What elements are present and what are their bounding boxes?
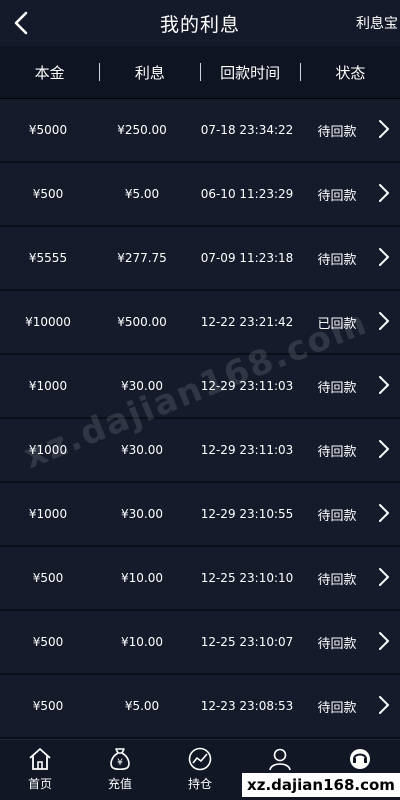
principal-value: ¥500	[32, 571, 64, 585]
repay-time-value: 12-22 23:21:42	[200, 315, 294, 329]
interest-value: ¥30.00	[121, 443, 163, 457]
interest-value: ¥5.00	[124, 699, 160, 713]
list-item[interactable]: ¥5555 ¥277.75 07-09 11:23:18 待回款	[0, 227, 400, 289]
status-value: 待回款	[317, 572, 357, 588]
principal-value: ¥500	[32, 635, 64, 649]
chevron-right-icon	[379, 632, 389, 650]
chevron-right-icon	[379, 696, 389, 714]
tab-label: 充值	[107, 777, 132, 791]
list-item[interactable]: ¥1000 ¥30.00 12-29 23:11:03 待回款	[0, 419, 400, 481]
tab-home[interactable]: 首页	[0, 740, 80, 800]
status-value: 待回款	[317, 188, 357, 204]
tab-label: 首页	[27, 777, 52, 791]
repay-time-value: 12-29 23:10:55	[200, 507, 294, 521]
status-value: 待回款	[317, 124, 357, 140]
list-item[interactable]: ¥500 ¥5.00 06-10 11:23:29 待回款	[0, 163, 400, 225]
repay-time-value: 12-29 23:11:03	[200, 443, 294, 457]
interest-list: ¥5000 ¥250.00 07-18 23:34:22 待回款 ¥500 ¥5.00 06…	[0, 99, 400, 739]
tab-label: 持仓	[187, 777, 212, 791]
status-value: 待回款	[317, 508, 357, 524]
principal-value: ¥1000	[28, 379, 68, 393]
interest-value: ¥10.00	[121, 571, 163, 585]
interest-value: ¥30.00	[121, 379, 163, 393]
principal-value: ¥500	[32, 187, 64, 201]
principal-value: ¥500	[32, 699, 64, 713]
tab-holdings[interactable]: 持仓	[160, 740, 240, 800]
user-icon	[269, 748, 291, 771]
status-value: 已回款	[317, 316, 357, 332]
column-interest: 利息	[134, 63, 165, 82]
svg-text:¥: ¥	[117, 758, 123, 768]
repay-time-value: 12-23 23:08:53	[200, 699, 294, 713]
interest-treasure-link[interactable]: 利息宝	[356, 13, 398, 33]
list-item[interactable]: ¥500 ¥5.00 12-23 23:08:53 待回款	[0, 675, 400, 737]
principal-value: ¥1000	[28, 507, 68, 521]
chart-icon	[188, 747, 212, 771]
principal-value: ¥5555	[28, 251, 68, 265]
chevron-right-icon	[379, 184, 389, 202]
status-value: 待回款	[317, 700, 357, 716]
header-bar: 我的利息 利息宝	[0, 0, 400, 46]
interest-value: ¥500.00	[117, 315, 167, 329]
list-item[interactable]: ¥1000 ¥30.00 12-29 23:10:55 待回款	[0, 483, 400, 545]
chevron-right-icon	[379, 376, 389, 394]
back-arrow-icon[interactable]	[10, 9, 34, 37]
principal-value: ¥10000	[25, 315, 71, 329]
interest-value: ¥10.00	[121, 635, 163, 649]
column-repay-time: 回款时间	[220, 63, 281, 82]
repay-time-value: 07-18 23:34:22	[200, 123, 294, 137]
repay-time-value: 06-10 11:23:29	[200, 187, 294, 201]
chevron-right-icon	[379, 504, 389, 522]
principal-value: ¥1000	[28, 443, 68, 457]
status-value: 待回款	[317, 444, 357, 460]
chevron-right-icon	[379, 312, 389, 330]
chevron-right-icon	[379, 248, 389, 266]
status-value: 待回款	[317, 380, 357, 396]
list-item[interactable]: ¥1000 ¥30.00 12-29 23:11:03 待回款	[0, 355, 400, 417]
repay-time-value: 12-25 23:10:07	[200, 635, 294, 649]
interest-value: ¥277.75	[117, 251, 167, 265]
interest-value: ¥250.00	[117, 123, 167, 137]
corner-watermark-badge: xz.dajian168.com	[242, 773, 400, 797]
list-item[interactable]: ¥10000 ¥500.00 12-22 23:21:42 已回款	[0, 291, 400, 353]
status-value: 待回款	[317, 252, 357, 268]
interest-value: ¥5.00	[124, 187, 160, 201]
interest-value: ¥30.00	[121, 507, 163, 521]
page-title: 我的利息	[159, 13, 240, 36]
support-icon	[350, 749, 370, 769]
principal-value: ¥5000	[28, 123, 68, 137]
column-principal: 本金	[34, 63, 65, 82]
home-icon	[29, 748, 51, 770]
status-value: 待回款	[317, 636, 357, 652]
repay-time-value: 12-29 23:11:03	[200, 379, 294, 393]
column-status: 状态	[335, 63, 366, 82]
chevron-right-icon	[379, 120, 389, 138]
chevron-right-icon	[379, 568, 389, 586]
list-item[interactable]: ¥5000 ¥250.00 07-18 23:34:22 待回款	[0, 99, 400, 161]
repay-time-value: 07-09 11:23:18	[200, 251, 294, 265]
chevron-right-icon	[379, 440, 389, 458]
money-bag-icon: ¥	[110, 748, 130, 771]
repay-time-value: 12-25 23:10:10	[200, 571, 294, 585]
list-item[interactable]: ¥500 ¥10.00 12-25 23:10:10 待回款	[0, 547, 400, 609]
column-header: 本金 利息 回款时间 状态	[0, 46, 400, 99]
tab-recharge[interactable]: ¥ 充值	[80, 740, 160, 800]
list-item[interactable]: ¥500 ¥10.00 12-25 23:10:07 待回款	[0, 611, 400, 673]
